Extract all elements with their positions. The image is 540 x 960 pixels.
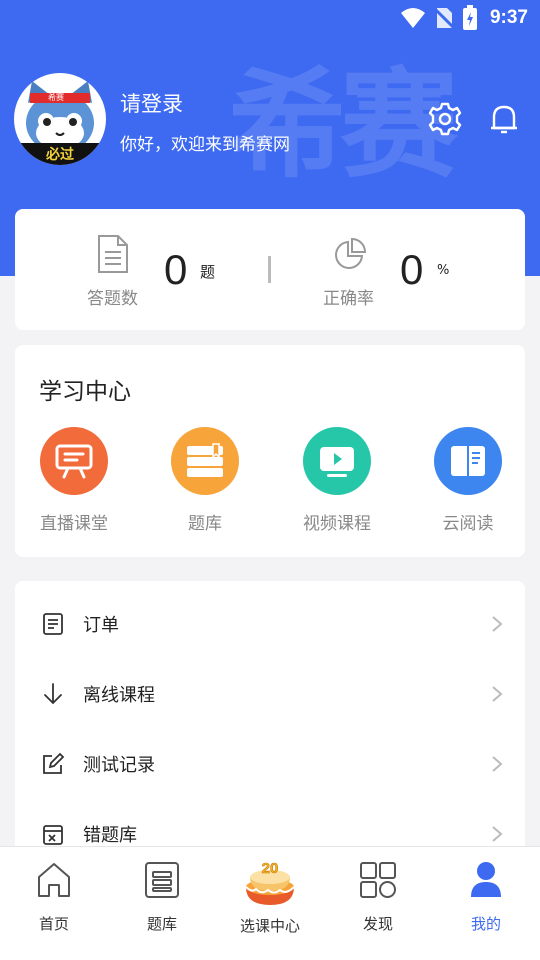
list-icon	[145, 862, 179, 898]
chevron-right-icon	[492, 616, 503, 632]
user-icon	[471, 862, 501, 897]
menu-item-label: 测试记录	[83, 755, 155, 776]
answered-unit: 题	[200, 263, 216, 281]
study-item-label: 云阅读	[442, 514, 494, 534]
accuracy-label: 正确率	[323, 289, 374, 309]
error-bank-icon	[43, 825, 63, 845]
tab-label: 选课中心	[239, 917, 300, 935]
study-item-label: 直播课堂	[40, 514, 108, 534]
book-icon	[434, 427, 502, 495]
document-icon	[98, 235, 128, 273]
study-center-card: 学习中心 直播课堂 题库 视频课程 云阅读	[15, 345, 525, 557]
status-time: 9:37	[489, 7, 528, 28]
menu-item-label: 订单	[83, 615, 119, 636]
order-icon	[43, 613, 63, 635]
tab-home[interactable]: 首页	[0, 847, 108, 960]
cake-icon: 20	[245, 860, 295, 905]
study-item-label: 视频课程	[303, 514, 371, 534]
battery-icon	[462, 5, 477, 30]
status-bar: 9:37	[0, 0, 540, 36]
study-center-title: 学习中心	[39, 379, 131, 405]
bottom-tab-bar: 首页 题库 20 选课中心 发现 我的	[0, 846, 540, 960]
menu-list: 订单 离线课程 测试记录 错题库	[15, 581, 525, 881]
pie-chart-icon	[335, 237, 367, 269]
study-item-video[interactable]: 视频课程	[287, 427, 387, 534]
welcome-text: 你好，欢迎来到希赛网	[120, 135, 290, 155]
header-watermark: 希赛	[228, 56, 458, 194]
tab-label: 发现	[362, 915, 393, 933]
avatar-cap-text: 希赛	[48, 93, 64, 102]
tab-label: 我的	[470, 915, 501, 933]
menu-item-label: 离线课程	[83, 685, 155, 706]
avatar-badge-text: 必过	[46, 147, 74, 163]
answered-stat[interactable]: 答题数 0 题	[15, 209, 268, 330]
home-icon	[38, 863, 70, 897]
video-play-icon	[303, 427, 371, 495]
cake-badge-text: 20	[262, 860, 279, 877]
tab-question-bank[interactable]: 题库	[108, 847, 216, 960]
accuracy-stat[interactable]: 正确率 0 %	[271, 209, 525, 330]
menu-item-order[interactable]: 订单	[15, 589, 525, 659]
study-item-question-bank[interactable]: 题库	[155, 427, 255, 534]
study-item-cloud-reading[interactable]: 云阅读	[418, 427, 518, 534]
tab-label: 题库	[146, 915, 177, 933]
accuracy-value: 0	[400, 246, 424, 293]
tab-mine[interactable]: 我的	[432, 847, 540, 960]
menu-item-label: 错题库	[83, 825, 137, 846]
login-link[interactable]: 请登录	[120, 88, 183, 118]
answered-label: 答题数	[87, 289, 138, 309]
tab-label: 首页	[38, 915, 69, 933]
chevron-right-icon	[492, 686, 503, 702]
discover-icon	[360, 862, 396, 898]
wifi-icon	[400, 8, 425, 28]
question-bank-icon	[171, 427, 239, 495]
download-icon	[44, 683, 62, 705]
chevron-right-icon	[492, 756, 503, 772]
menu-item-test-records[interactable]: 测试记录	[15, 729, 525, 799]
tab-discover[interactable]: 发现	[324, 847, 432, 960]
avatar[interactable]: 希赛 必过	[14, 73, 106, 165]
chevron-right-icon	[492, 826, 503, 842]
settings-gear-icon[interactable]	[427, 101, 463, 137]
study-item-label: 题库	[188, 514, 222, 534]
answered-value: 0	[164, 246, 188, 293]
no-sim-icon	[433, 7, 454, 29]
edit-icon	[43, 752, 65, 774]
accuracy-unit: %	[437, 263, 450, 278]
study-item-live[interactable]: 直播课堂	[24, 427, 124, 534]
tab-course-center[interactable]: 20 选课中心	[216, 847, 324, 960]
stats-card: 答题数 0 题 正确率 0 %	[15, 209, 525, 330]
bell-icon[interactable]	[486, 101, 522, 137]
live-board-icon	[40, 427, 108, 495]
menu-item-offline-courses[interactable]: 离线课程	[15, 659, 525, 729]
